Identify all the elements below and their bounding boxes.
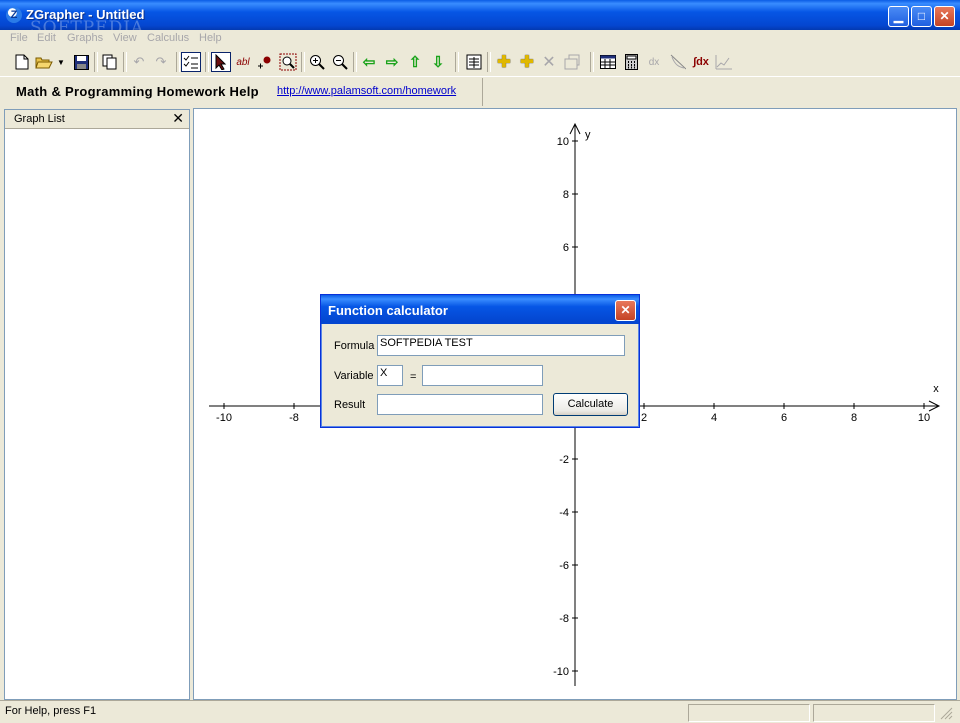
dialog-title: Function calculator [328, 303, 448, 318]
homework-help-link[interactable]: http://www.palamsoft.com/homework [277, 85, 456, 97]
x-axis-label: x [933, 383, 939, 395]
maximize-button[interactable]: □ [911, 6, 932, 27]
result-label: Result [334, 399, 366, 411]
status-text: For Help, press F1 [5, 705, 97, 717]
open-dropdown-icon[interactable]: ▼ [56, 52, 66, 72]
menu-graphs[interactable]: Graphs [67, 32, 103, 44]
arrow-left-icon[interactable]: ⇦ [359, 52, 379, 72]
formula-input[interactable]: SOFTPEDIA TEST [377, 335, 625, 356]
calculator-icon[interactable] [621, 52, 641, 72]
status-bar: For Help, press F1 [0, 700, 960, 723]
minimize-button[interactable]: ▁ [888, 6, 909, 27]
zoom-out-icon[interactable] [330, 52, 350, 72]
arrow-right-icon[interactable]: ⇨ [382, 52, 402, 72]
text-label-icon[interactable]: abl [233, 52, 253, 72]
title-bar[interactable]: Z ZGrapher - Untitled SOFTPEDIA ▁ □ ✕ [0, 0, 960, 38]
close-button[interactable]: ✕ [934, 6, 955, 27]
integral-icon[interactable]: ∫dx [691, 52, 711, 72]
graph-list-close-icon[interactable]: ✕ [172, 110, 184, 127]
table-icon[interactable] [598, 52, 618, 72]
open-folder-icon[interactable] [34, 52, 54, 72]
toolbar: ▼ ↶ ↷ abl ⇦ ⇨ ⇧ ⇩ ✚ ✚ ✕ dx ∫dx [0, 49, 960, 77]
y-axis-label: y [585, 129, 591, 141]
tangent-icon[interactable] [668, 52, 688, 72]
toolbar-separator [487, 52, 491, 72]
function-table-icon[interactable] [464, 52, 484, 72]
dialog-close-button[interactable]: ✕ [615, 300, 636, 321]
x-tick-label: 6 [781, 412, 787, 424]
zoom-box-icon[interactable] [278, 52, 298, 72]
homework-help-title: Math & Programming Homework Help [16, 84, 259, 99]
y-tick-label: -8 [559, 613, 569, 625]
y-tick-label: 6 [563, 242, 569, 254]
app-icon[interactable]: Z [6, 7, 22, 23]
graph-list-icon[interactable] [181, 52, 201, 72]
variable-label: Variable [334, 370, 374, 382]
save-icon[interactable] [71, 52, 91, 72]
arrow-up-icon[interactable]: ⇧ [405, 52, 425, 72]
toolbar-separator [455, 52, 459, 72]
calculate-button[interactable]: Calculate [553, 393, 628, 416]
x-tick-label: 2 [641, 412, 647, 424]
new-file-icon[interactable] [12, 52, 32, 72]
y-tick-label: 10 [557, 136, 569, 148]
homework-help-bar: Math & Programming Homework Help http://… [8, 78, 483, 106]
variable-name-input[interactable]: X [377, 365, 403, 386]
toolbar-separator [205, 52, 209, 72]
variable-value-input[interactable] [422, 365, 543, 386]
x-tick-label: 10 [918, 412, 930, 424]
copy-icon[interactable] [100, 52, 120, 72]
function-calculator-dialog: Function calculator ✕ Formula SOFTPEDIA … [320, 294, 640, 428]
menu-calculus[interactable]: Calculus [147, 32, 189, 44]
arrow-down-icon[interactable]: ⇩ [428, 52, 448, 72]
y-tick-label: -4 [559, 507, 569, 519]
pointer-icon[interactable] [211, 52, 231, 72]
y-tick-label: -10 [553, 666, 569, 678]
y-tick-label: 8 [563, 189, 569, 201]
resize-grip-icon[interactable] [937, 704, 955, 720]
x-tick-label: -10 [216, 412, 232, 424]
graph-list-header: Graph List ✕ [5, 110, 189, 129]
menu-file[interactable]: File [10, 32, 28, 44]
menu-help[interactable]: Help [199, 32, 222, 44]
menu-bar: File Edit Graphs View Calculus Help [0, 30, 960, 48]
status-cell [813, 704, 935, 722]
x-tick-label: 8 [851, 412, 857, 424]
toolbar-separator [353, 52, 357, 72]
toolbar-separator [176, 52, 180, 72]
toolbar-separator [123, 52, 127, 72]
toolbar-separator [301, 52, 305, 72]
x-tick-label: -8 [289, 412, 299, 424]
equals-sign: = [410, 371, 417, 383]
graph-list-title: Graph List [14, 113, 65, 125]
formula-label: Formula [334, 340, 375, 352]
toolbar-separator [94, 52, 98, 72]
add-graph-icon[interactable]: ✚ [494, 52, 514, 72]
delete-graph-icon[interactable]: ✕ [539, 52, 559, 72]
y-tick-label: -2 [559, 454, 569, 466]
plot-icon[interactable] [714, 52, 734, 72]
dialog-title-bar[interactable]: Function calculator ✕ [321, 295, 639, 324]
menu-edit[interactable]: Edit [37, 32, 56, 44]
menu-view[interactable]: View [113, 32, 137, 44]
result-field[interactable] [377, 394, 543, 415]
zoom-in-icon[interactable] [307, 52, 327, 72]
graph-properties-icon[interactable] [562, 52, 582, 72]
point-icon[interactable] [255, 52, 275, 72]
status-cell [688, 704, 810, 722]
toolbar-separator [590, 52, 594, 72]
graph-list-panel: Graph List ✕ [4, 109, 190, 700]
x-tick-label: 4 [711, 412, 717, 424]
y-tick-label: -6 [559, 560, 569, 572]
redo-icon[interactable]: ↷ [151, 52, 171, 72]
edit-graph-icon[interactable]: ✚ [517, 52, 537, 72]
undo-icon[interactable]: ↶ [129, 52, 149, 72]
derivative-icon[interactable]: dx [644, 52, 664, 72]
